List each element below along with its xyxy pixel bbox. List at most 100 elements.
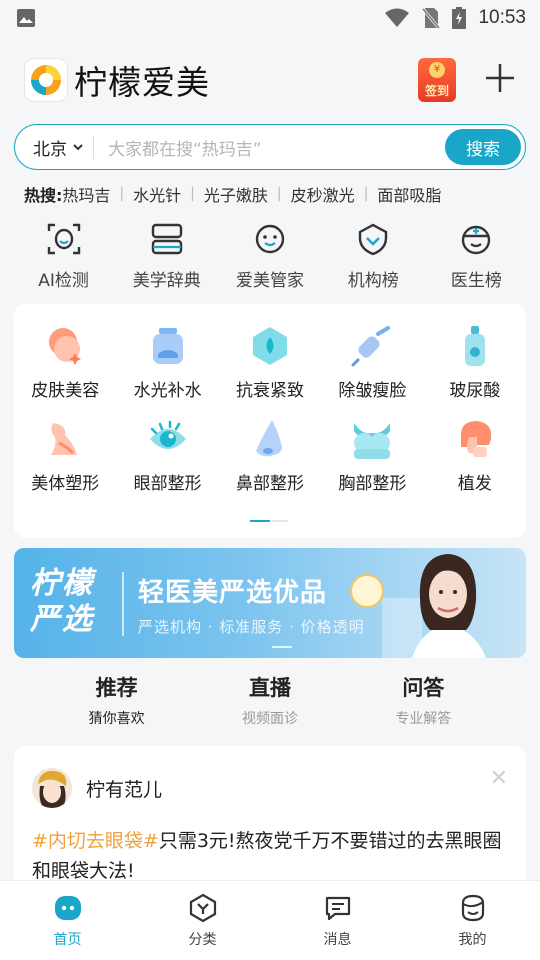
- quick-entry-label: AI检测: [38, 271, 89, 291]
- hot-search-item[interactable]: 面部吸脂: [377, 182, 441, 206]
- content-tabs: 推荐 猜你喜欢 直播 视频面诊 问答 专业解答: [0, 658, 540, 738]
- post-text: #内切去眼袋#只需3元!熬夜党千万不要错过的去黑眼圈和眼袋大法!: [32, 826, 508, 886]
- banner-subtitle: 严选机构 · 标准服务 · 价格透明: [138, 618, 365, 636]
- tab-subtitle: 专业解答: [395, 711, 452, 727]
- category-label: 皮肤美容: [31, 381, 100, 401]
- category-anti-aging[interactable]: 抗衰紧致: [219, 324, 321, 407]
- category-breast-surgery[interactable]: 胸部整形: [321, 417, 423, 510]
- separator: |: [119, 186, 125, 202]
- hot-search-label: 热搜:: [24, 186, 63, 205]
- category-label: 植发: [457, 474, 492, 494]
- category-label: 除皱瘦脸: [338, 381, 407, 401]
- search-button[interactable]: 搜索: [445, 129, 521, 165]
- post-author[interactable]: 柠有范儿: [32, 768, 508, 808]
- city-selector[interactable]: 北京: [15, 135, 83, 160]
- coin-icon: ¥: [429, 62, 445, 78]
- separator: |: [190, 186, 195, 202]
- city-label: 北京: [33, 139, 67, 160]
- nav-home[interactable]: 首页: [0, 881, 135, 960]
- category-body-shaping[interactable]: 美体塑形: [14, 417, 116, 510]
- app-header: 柠檬爱美 ¥ 签到: [0, 36, 540, 124]
- banner-headline: 轻医美严选优品: [138, 578, 328, 608]
- quick-entry-ai[interactable]: AI检测: [12, 218, 115, 296]
- nav-category[interactable]: 分类: [135, 881, 270, 960]
- institution-rank-icon: [359, 223, 388, 256]
- quality-seal-icon: [350, 574, 384, 608]
- promo-banner[interactable]: 柠檬 严选 轻医美严选优品 严选机构 · 标准服务 · 价格透明: [14, 548, 526, 658]
- nav-label: 分类: [188, 931, 217, 948]
- no-sim-icon: [422, 8, 441, 29]
- separator: |: [276, 186, 282, 202]
- hyaluronic-acid-icon: [464, 326, 485, 366]
- nav-label: 首页: [53, 931, 82, 948]
- bottom-nav: 首页 分类 消息 我的: [0, 880, 540, 960]
- hot-search-item[interactable]: 热玛吉: [62, 182, 110, 206]
- category-nose-surgery[interactable]: 鼻部整形: [219, 417, 321, 510]
- quick-entry-label: 医生榜: [450, 271, 502, 291]
- gallery-notification-icon: [17, 9, 35, 27]
- category-hyaluronic-acid[interactable]: 玻尿酸: [424, 324, 526, 407]
- quick-entry-institution-rank[interactable]: 机构榜: [322, 218, 425, 296]
- category-wrinkle-removal[interactable]: 除皱瘦脸: [321, 324, 423, 407]
- hot-search-item[interactable]: 光子嫩肤: [204, 182, 268, 206]
- category-row: 美体塑形 眼部整形 鼻部整形 胸部整形 植发: [14, 407, 526, 510]
- page-indicator-active: [250, 520, 270, 522]
- quick-entry-dictionary[interactable]: 美学辞典: [115, 218, 218, 296]
- hot-search-bar: 热搜: 热玛吉 | 水光针 | 光子嫩肤 | 皮秒激光 | 面部吸脂: [0, 170, 540, 218]
- quick-entry-butler[interactable]: 爱美管家: [218, 218, 321, 296]
- tab-live[interactable]: 直播 视频面诊: [193, 672, 346, 738]
- banner-brand: 柠檬 严选: [30, 566, 94, 638]
- doctor-rank-icon: [462, 225, 491, 255]
- signin-button[interactable]: ¥ 签到: [418, 58, 456, 102]
- nav-label: 消息: [323, 931, 352, 948]
- nav-messages[interactable]: 消息: [270, 881, 405, 960]
- ai-face-scan-icon: [47, 223, 80, 255]
- category-hydration[interactable]: 水光补水: [116, 324, 218, 407]
- category-card: 皮肤美容 水光补水 抗衰紧致 除皱瘦脸 玻尿酸 美体塑形 眼部整形 鼻部整形 胸…: [14, 304, 526, 538]
- search-input[interactable]: 大家都在搜“热玛吉”: [108, 135, 445, 160]
- quick-entry-label: 爱美管家: [236, 271, 304, 291]
- category-label: 玻尿酸: [449, 381, 501, 401]
- quick-entry-row: AI检测 美学辞典 爱美管家 机构榜 医生榜: [0, 218, 540, 296]
- eye-surgery-icon: [149, 420, 186, 449]
- hair-transplant-icon: [460, 421, 492, 457]
- search-bar: 北京 大家都在搜“热玛吉” 搜索: [14, 124, 526, 170]
- category-label: 美体塑形: [31, 474, 100, 494]
- breast-surgery-icon: [354, 423, 391, 459]
- add-button[interactable]: [482, 62, 518, 99]
- battery-charging-icon: [452, 7, 467, 29]
- app-logo: [24, 58, 68, 102]
- nose-surgery-icon: [256, 420, 283, 457]
- chevron-down-icon: [73, 144, 83, 151]
- body-shaping-icon: [51, 423, 78, 455]
- category-label: 胸部整形: [338, 474, 407, 494]
- model-portrait-image: [382, 554, 486, 658]
- tab-title: 直播: [248, 676, 291, 700]
- quick-entry-label: 美学辞典: [132, 271, 201, 291]
- feed-post-card[interactable]: 柠有范儿 ✕ #内切去眼袋#只需3元!熬夜党千万不要错过的去黑眼圈和眼袋大法!: [14, 746, 526, 886]
- tab-recommend[interactable]: 推荐 猜你喜欢: [40, 672, 193, 738]
- category-hair-transplant[interactable]: 植发: [424, 417, 526, 510]
- category-icon: [189, 893, 216, 922]
- close-icon[interactable]: ✕: [490, 766, 508, 791]
- nav-label: 我的: [458, 931, 487, 948]
- anti-aging-icon: [253, 327, 288, 365]
- home-icon: [54, 895, 81, 920]
- tab-qa[interactable]: 问答 专业解答: [347, 672, 500, 738]
- hot-search-item[interactable]: 皮秒激光: [291, 182, 355, 206]
- category-label: 眼部整形: [133, 474, 202, 494]
- status-bar: 10:53: [0, 0, 540, 36]
- banner-divider: [122, 572, 124, 636]
- banner-indicator: [272, 646, 292, 648]
- hot-search-item[interactable]: 水光针: [133, 182, 181, 206]
- plus-icon: [486, 63, 514, 92]
- category-eye-surgery[interactable]: 眼部整形: [116, 417, 218, 510]
- category-skin-care[interactable]: 皮肤美容: [14, 324, 116, 407]
- separator: |: [363, 186, 369, 202]
- quick-entry-doctor-rank[interactable]: 医生榜: [425, 218, 528, 296]
- nav-profile[interactable]: 我的: [405, 881, 540, 960]
- tab-title: 问答: [402, 676, 445, 700]
- post-hashtag[interactable]: #内切去眼袋#: [32, 830, 159, 852]
- page-indicator-inactive: [272, 520, 288, 522]
- tab-subtitle: 猜你喜欢: [88, 711, 145, 727]
